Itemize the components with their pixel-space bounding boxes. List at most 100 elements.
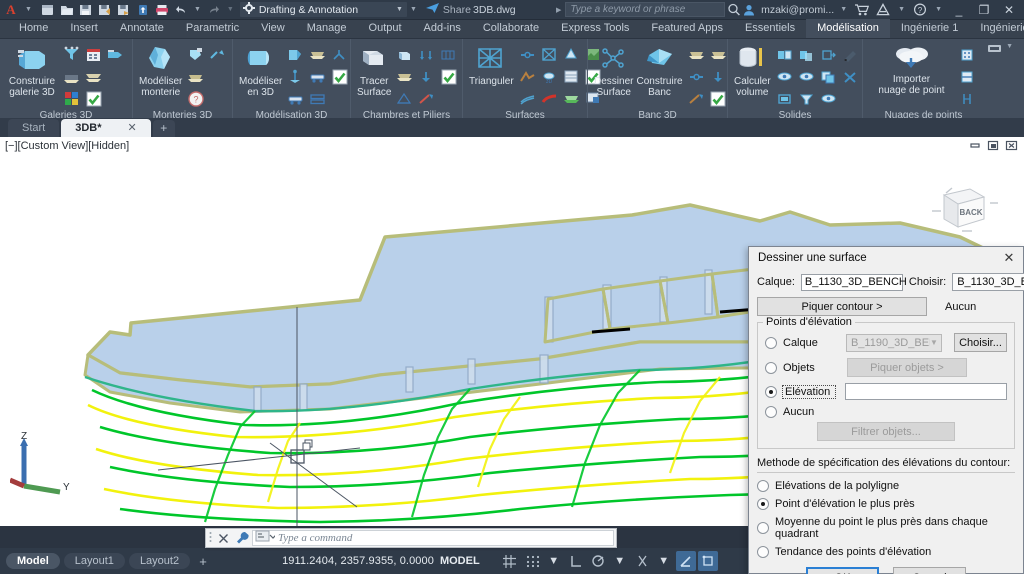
cloud-measure-icon[interactable]: [957, 88, 978, 109]
tab-parametric[interactable]: Parametric: [175, 19, 250, 38]
command-prompt-icon[interactable]: [255, 530, 277, 546]
new-icon[interactable]: [39, 2, 57, 18]
polar-icon[interactable]: [588, 551, 608, 571]
workspace-switcher[interactable]: Drafting & Annotation ▼: [239, 2, 407, 17]
elev-option-aucun-radio[interactable]: [765, 406, 777, 418]
viewcube[interactable]: BACK: [926, 175, 1000, 239]
minimize-button[interactable]: _: [948, 3, 970, 17]
tab-output[interactable]: Output: [358, 19, 413, 38]
elev-option-elevation-label[interactable]: Elévation: [782, 384, 836, 399]
layout-tab-layout2[interactable]: Layout2: [128, 553, 191, 569]
filter-objects-button[interactable]: Filtrer objets...: [817, 422, 955, 441]
pillar-arrows-icon[interactable]: [416, 44, 437, 65]
viewport-minimize-icon[interactable]: [969, 140, 982, 154]
model-stack-icon[interactable]: [307, 88, 328, 109]
model-rail2-icon[interactable]: [307, 66, 328, 87]
model-rail-icon[interactable]: [285, 88, 306, 109]
solide-blank-icon[interactable]: [840, 88, 861, 109]
new-document-tab-button[interactable]: +: [152, 120, 175, 137]
dialog-title-bar[interactable]: Dessiner une surface ✕: [749, 247, 1023, 269]
banc-slab2-icon[interactable]: [708, 44, 729, 65]
model-anchor-icon[interactable]: [285, 66, 306, 87]
save-icon[interactable]: [77, 2, 95, 18]
dessiner-une-surface-dialog[interactable]: Dessiner une surface ✕ Calque: B_1130_3D…: [748, 246, 1024, 574]
tab-essentiels[interactable]: Essentiels: [734, 19, 806, 38]
gallery-section-icon[interactable]: [61, 66, 82, 87]
snap-icon[interactable]: [522, 551, 542, 571]
snap-dropdown-icon[interactable]: ▼: [544, 551, 564, 571]
method-option-moyenne-label[interactable]: Moyenne du point le plus près dans chaqu…: [775, 516, 1015, 540]
solide-scatter-icon[interactable]: [840, 66, 861, 87]
autodesk-app-icon[interactable]: [874, 2, 892, 18]
surface-lines-icon[interactable]: [517, 88, 538, 109]
modeliser-en-3d-button[interactable]: Modéliser en 3D: [239, 44, 282, 98]
export-icon[interactable]: [115, 2, 133, 18]
trianguler-button[interactable]: Trianguler: [469, 44, 514, 87]
surface-saw-icon[interactable]: [517, 66, 538, 87]
viewport-close-icon[interactable]: [1005, 140, 1018, 154]
solide-box-icon[interactable]: [774, 88, 795, 109]
pick-objects-button[interactable]: Piquer objets >: [847, 358, 967, 377]
method-option-polyligne-radio[interactable]: [757, 480, 769, 492]
tracer-surface-button[interactable]: Tracer Surface: [357, 44, 391, 98]
layer-select[interactable]: B_1130_3D_BEN( ▼: [952, 273, 1024, 291]
pillar-tool-icon[interactable]: [416, 88, 437, 109]
cloud-section-icon[interactable]: [957, 66, 978, 87]
redo-icon[interactable]: [205, 2, 223, 18]
model-diverge-icon[interactable]: [329, 44, 350, 65]
save-as-icon[interactable]: [96, 2, 114, 18]
tab-insert[interactable]: Insert: [59, 19, 109, 38]
viewport-restore-icon[interactable]: [987, 140, 1000, 154]
workspace-dropdown-icon[interactable]: ▼: [396, 6, 403, 13]
undo-icon[interactable]: [172, 2, 190, 18]
surface-box-icon[interactable]: [539, 44, 560, 65]
method-option-polyligne-label[interactable]: Elévations de la polyligne: [775, 480, 899, 492]
solide-cut-icon[interactable]: [774, 44, 795, 65]
surface-3d-icon[interactable]: 3D: [539, 66, 560, 87]
model-shape-icon[interactable]: [285, 44, 306, 65]
layer-input[interactable]: B_1130_3D_BENCH: [800, 273, 907, 291]
viewport-label[interactable]: [−][Custom View][Hidden]: [5, 140, 129, 152]
pillar-slab-icon[interactable]: [394, 66, 415, 87]
share-button[interactable]: Share: [425, 2, 471, 17]
surface-red-icon[interactable]: [539, 88, 560, 109]
user-account-label[interactable]: mzaki@promi...: [761, 4, 834, 16]
elevation-value-input[interactable]: [844, 383, 1007, 400]
plot-icon[interactable]: [153, 2, 171, 18]
pillar-check-icon[interactable]: [438, 66, 459, 87]
redo-dropdown-icon[interactable]: ▼: [224, 6, 237, 13]
workspace-settings-icon[interactable]: ▼: [407, 6, 420, 13]
grid-icon[interactable]: [500, 551, 520, 571]
avatar[interactable]: [740, 2, 758, 18]
solide-union-icon[interactable]: [796, 44, 817, 65]
importer-nuage-de-point-button[interactable]: Importer nuage de point: [869, 44, 954, 96]
tab-annotate[interactable]: Annotate: [109, 19, 175, 38]
qat-dropdown-icon[interactable]: ▼: [22, 6, 35, 13]
model-space-indicator[interactable]: MODEL: [434, 555, 486, 567]
elev-option-calque-radio[interactable]: [765, 336, 777, 349]
construire-galerie-3d-button[interactable]: Construire galerie 3D: [6, 44, 58, 98]
banc-arrow-icon[interactable]: [708, 66, 729, 87]
ucs-tracking-icon[interactable]: [697, 551, 718, 571]
search-input[interactable]: Type a keyword or phrase: [565, 2, 726, 17]
banc-check-icon[interactable]: [708, 88, 729, 109]
pillar-down-icon[interactable]: [416, 66, 437, 87]
gallery-funnel-icon[interactable]: [61, 44, 82, 65]
gallery-volume-icon[interactable]: [105, 44, 126, 65]
otrack-icon[interactable]: [675, 551, 696, 571]
model-check-icon[interactable]: [329, 66, 350, 87]
close-button[interactable]: ✕: [998, 3, 1020, 17]
account-dropdown-icon[interactable]: ▼: [837, 6, 850, 13]
method-option-tendance-label[interactable]: Tendance des points d'élévation: [775, 546, 931, 558]
tab-collaborate[interactable]: Collaborate: [472, 19, 550, 38]
solide-extract-icon[interactable]: [818, 44, 839, 65]
coordinates-display[interactable]: 1911.2404, 2357.9355, 0.0000: [282, 555, 434, 567]
tab-view[interactable]: View: [250, 19, 296, 38]
solide-clamp-icon[interactable]: [796, 88, 817, 109]
method-option-tendance-radio[interactable]: [757, 546, 769, 558]
tab-express-tools[interactable]: Express Tools: [550, 19, 640, 38]
elev-option-calque-label[interactable]: Calque: [783, 337, 840, 349]
monterie-solid-icon[interactable]: [185, 44, 206, 65]
surface-green-layers-icon[interactable]: [561, 88, 582, 109]
solide-brush-icon[interactable]: [840, 44, 861, 65]
